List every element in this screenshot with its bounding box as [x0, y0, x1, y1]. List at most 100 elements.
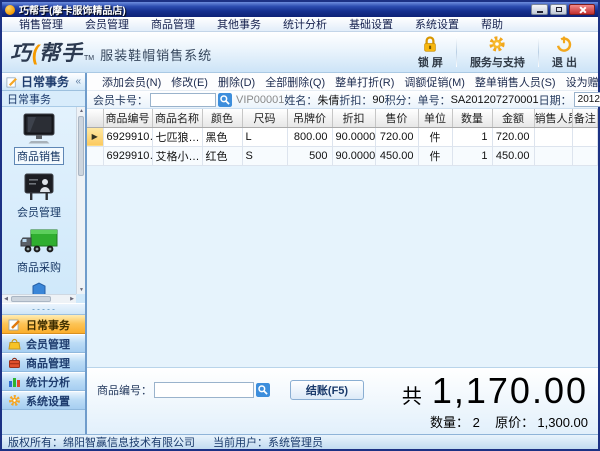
module-product-purchase[interactable]: 商品采购 [15, 227, 63, 275]
scroll-down-icon[interactable]: ▼ [78, 286, 85, 294]
module-product-management[interactable]: 商品管理 [15, 282, 63, 294]
edit-button[interactable]: 修改(E) [166, 74, 213, 90]
nav-member-management[interactable]: 会员管理 [2, 334, 85, 353]
total-prefix: 共 [402, 380, 422, 409]
exit-button[interactable]: 退 出 [539, 35, 590, 70]
window-title: 巧帮手(摩卡服饰精品店) [19, 2, 531, 17]
cell-salesperson [534, 127, 572, 146]
toolbox-icon [8, 356, 21, 369]
col-remark[interactable]: 备注 [572, 109, 598, 127]
col-product-name[interactable]: 商品名称 [152, 109, 202, 127]
nav-daily-tasks[interactable]: 日常事务 [2, 315, 85, 334]
close-icon [579, 6, 586, 13]
member-search-button[interactable] [218, 93, 232, 107]
close-button[interactable] [569, 4, 595, 15]
col-quantity[interactable]: 数量 [452, 109, 492, 127]
order-salesperson-button[interactable]: 整单销售人员(S) [470, 74, 561, 90]
module-product-sales[interactable]: 商品销售 [14, 113, 64, 165]
nav-product-management[interactable]: 商品管理 [2, 353, 85, 372]
discount-order-button[interactable]: 整单打折(R) [330, 74, 399, 90]
promo-button[interactable]: 调额促销(M) [399, 74, 470, 90]
menu-stats[interactable]: 统计分析 [272, 16, 338, 32]
orig-price-value: 1,300.00 [537, 415, 588, 430]
sales-grid-area: 商品编号 商品名称 颜色 尺码 吊牌价 折扣 售价 单位 数量 金额 销售人员 … [87, 109, 598, 368]
col-amount[interactable]: 金额 [492, 109, 534, 127]
menu-other[interactable]: 其他事务 [206, 16, 272, 32]
table-row[interactable]: 6929910… 艾格小… 红色 S 500 90.0000 450.00 件 … [87, 146, 598, 165]
window-body: 日常事务 « 日常事务 商品销售 会员管理 [2, 73, 598, 434]
col-product-code[interactable]: 商品编号 [103, 109, 152, 127]
app-logo: 巧(帮手 TM 服装鞋帽销售系统 [10, 37, 212, 67]
logo-swoosh: ( [32, 42, 39, 66]
member-board-icon [21, 172, 57, 202]
date-label: 日期： [539, 92, 572, 108]
col-color[interactable]: 颜色 [202, 109, 242, 127]
nav-statistics[interactable]: 统计分析 [2, 372, 85, 391]
menu-basic-settings[interactable]: 基础设置 [338, 16, 404, 32]
monitor-icon [21, 113, 57, 145]
cell-amount: 720.00 [492, 127, 534, 146]
logo-tm: TM [84, 55, 94, 62]
date-picker[interactable]: 2012-07-27 [574, 92, 600, 107]
menu-products[interactable]: 商品管理 [140, 16, 206, 32]
power-icon [555, 35, 573, 53]
scroll-right-icon[interactable]: ▶ [68, 296, 76, 303]
gear-icon [488, 35, 506, 53]
app-icon [5, 5, 15, 15]
lock-icon [421, 35, 439, 53]
menu-members[interactable]: 会员管理 [74, 16, 140, 32]
scroll-thumb[interactable] [78, 116, 84, 176]
cell-color: 红色 [202, 146, 242, 165]
lock-screen-button[interactable]: 锁 屏 [405, 35, 456, 70]
cell-size: S [242, 146, 287, 165]
member-card-input[interactable] [150, 93, 216, 107]
checkout-button[interactable]: 结账(F5) [290, 380, 364, 400]
add-member-button[interactable]: 添加会员(N) [97, 74, 166, 90]
truck-icon [20, 227, 58, 257]
cell-quantity: 1 [452, 146, 492, 165]
sales-table: 商品编号 商品名称 颜色 尺码 吊牌价 折扣 售价 单位 数量 金额 销售人员 … [87, 109, 598, 166]
col-unit[interactable]: 单位 [418, 109, 452, 127]
cell-size: L [242, 127, 287, 146]
row-marker: ▶ [87, 127, 103, 146]
col-discount[interactable]: 折扣 [332, 109, 375, 127]
menu-help[interactable]: 帮助 [470, 16, 514, 32]
module-horizontal-scrollbar[interactable]: ◀ ▶ [2, 294, 76, 303]
action-toolbar: 添加会员(N) 修改(E) 删除(D) 全部删除(Q) 整单打折(R) 调额促销… [87, 73, 598, 91]
cell-product-name: 艾格小… [152, 146, 202, 165]
set-gift-button[interactable]: 设为赠送(Z) [561, 74, 600, 90]
module-member-management[interactable]: 会员管理 [15, 172, 63, 220]
sidebar-splitter[interactable] [2, 303, 85, 315]
col-size[interactable]: 尺码 [242, 109, 287, 127]
sku-search-button[interactable] [256, 383, 270, 397]
cell-salesperson [534, 146, 572, 165]
maximize-icon [556, 7, 562, 12]
col-tag-price[interactable]: 吊牌价 [287, 109, 332, 127]
maximize-button[interactable] [550, 4, 567, 15]
scroll-up-icon[interactable]: ▲ [78, 107, 85, 115]
minimize-button[interactable] [531, 4, 548, 15]
module-vertical-scrollbar[interactable]: ▲ ▼ [76, 107, 85, 294]
delete-all-button[interactable]: 全部删除(Q) [260, 74, 330, 90]
cell-unit: 件 [418, 146, 452, 165]
sku-label: 商品编号： [97, 382, 152, 398]
grip-dots-icon [31, 308, 57, 311]
menu-system-settings[interactable]: 系统设置 [404, 16, 470, 32]
scroll-thumb[interactable] [11, 296, 51, 302]
points-label: 积分： [385, 92, 418, 108]
sku-input[interactable] [154, 382, 254, 398]
cell-remark [572, 127, 598, 146]
current-user-text: 当前用户：系统管理员 [213, 434, 323, 450]
row-selector-header [87, 109, 103, 127]
collapse-icon[interactable]: « [75, 76, 81, 87]
col-salesperson[interactable]: 销售人员 [534, 109, 572, 127]
col-price[interactable]: 售价 [375, 109, 418, 127]
scroll-left-icon[interactable]: ◀ [2, 296, 10, 303]
nav-system-settings[interactable]: 系统设置 [2, 391, 85, 410]
cell-price: 450.00 [375, 146, 418, 165]
support-button[interactable]: 服务与支持 [457, 35, 538, 70]
delete-button[interactable]: 删除(D) [213, 74, 260, 90]
menu-sales[interactable]: 销售管理 [8, 16, 74, 32]
quantity-summary: 数量： 2 原价： 1,300.00 [430, 412, 588, 431]
table-row[interactable]: ▶ 6929910… 七匹狼… 黑色 L 800.00 90.0000 720.… [87, 127, 598, 146]
